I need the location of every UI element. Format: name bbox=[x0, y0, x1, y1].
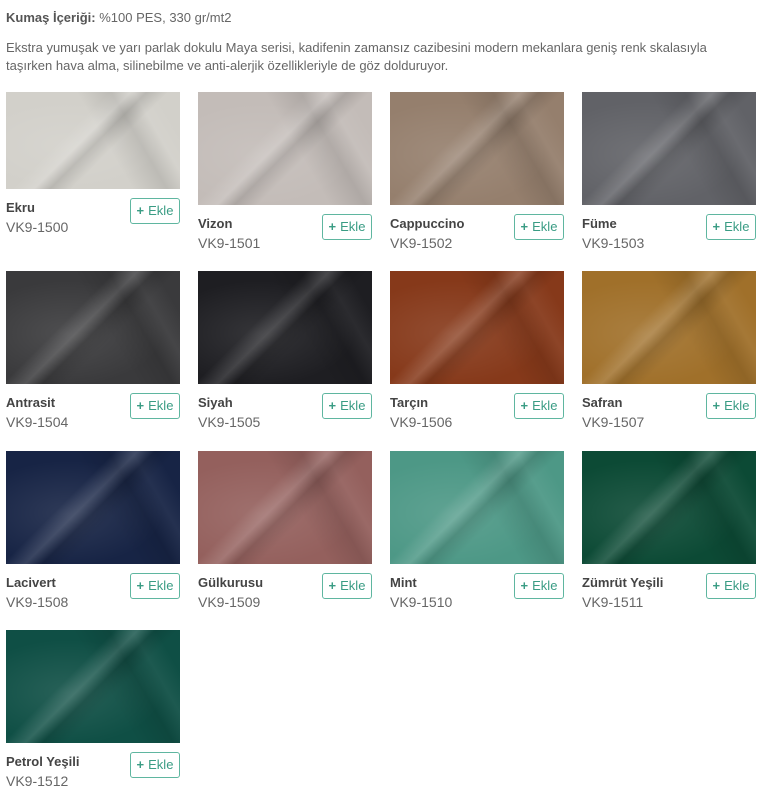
add-button[interactable]: + Ekle bbox=[514, 393, 564, 419]
product-card[interactable]: Cappuccino VK9-1502 + Ekle bbox=[390, 92, 564, 255]
product-name: Ekru bbox=[6, 200, 35, 215]
add-button[interactable]: + Ekle bbox=[706, 393, 756, 419]
product-name: Füme bbox=[582, 216, 617, 231]
product-card[interactable]: Safran VK9-1507 + Ekle bbox=[582, 271, 756, 434]
fabric-swatch-image[interactable] bbox=[582, 451, 756, 564]
add-button-label: Ekle bbox=[532, 578, 558, 593]
product-code: VK9-1509 bbox=[198, 594, 261, 610]
fabric-swatch-image[interactable] bbox=[390, 271, 564, 384]
add-button-label: Ekle bbox=[148, 578, 174, 593]
fabric-swatch-image[interactable] bbox=[582, 92, 756, 205]
plus-icon: + bbox=[136, 578, 145, 593]
add-button[interactable]: + Ekle bbox=[514, 573, 564, 599]
add-button-label: Ekle bbox=[340, 398, 366, 413]
product-code: VK9-1510 bbox=[390, 594, 453, 610]
fabric-swatch-image[interactable] bbox=[198, 271, 372, 384]
fabric-content-label: Kumaş İçeriği: bbox=[6, 10, 96, 25]
fabric-swatch-image[interactable] bbox=[582, 271, 756, 384]
product-name: Tarçın bbox=[390, 395, 429, 410]
product-name: Cappuccino bbox=[390, 216, 465, 231]
add-button-label: Ekle bbox=[532, 219, 558, 234]
series-description: Ekstra yumuşak ve yarı parlak dokulu May… bbox=[6, 40, 707, 73]
plus-icon: + bbox=[136, 757, 145, 772]
plus-icon: + bbox=[328, 398, 337, 413]
fabric-swatch-image[interactable] bbox=[198, 451, 372, 564]
add-button[interactable]: + Ekle bbox=[706, 573, 756, 599]
add-button-label: Ekle bbox=[340, 219, 366, 234]
product-card[interactable]: Gülkurusu VK9-1509 + Ekle bbox=[198, 451, 372, 614]
fabric-swatch-image[interactable] bbox=[390, 92, 564, 205]
product-card[interactable]: Tarçın VK9-1506 + Ekle bbox=[390, 271, 564, 434]
product-name: Siyah bbox=[198, 395, 233, 410]
fabric-content: Kumaş İçeriği: %100 PES, 330 gr/mt2 bbox=[6, 10, 231, 25]
plus-icon: + bbox=[520, 398, 529, 413]
product-card[interactable]: Lacivert VK9-1508 + Ekle bbox=[6, 451, 180, 614]
product-name: Gülkurusu bbox=[198, 575, 264, 590]
add-button-label: Ekle bbox=[148, 398, 174, 413]
add-button-label: Ekle bbox=[724, 219, 750, 234]
plus-icon: + bbox=[136, 203, 145, 218]
fabric-swatch-image[interactable] bbox=[198, 92, 372, 205]
plus-icon: + bbox=[520, 219, 529, 234]
add-button-label: Ekle bbox=[724, 578, 750, 593]
product-card[interactable]: Füme VK9-1503 + Ekle bbox=[582, 92, 756, 255]
product-code: VK9-1506 bbox=[390, 414, 453, 430]
product-name: Mint bbox=[390, 575, 417, 590]
product-code: VK9-1511 bbox=[582, 594, 644, 610]
add-button[interactable]: + Ekle bbox=[130, 198, 180, 224]
plus-icon: + bbox=[520, 578, 529, 593]
product-code: VK9-1500 bbox=[6, 219, 69, 235]
add-button-label: Ekle bbox=[148, 203, 174, 218]
fabric-swatch-image[interactable] bbox=[6, 630, 180, 743]
plus-icon: + bbox=[136, 398, 145, 413]
product-code: VK9-1504 bbox=[6, 414, 69, 430]
plus-icon: + bbox=[712, 398, 721, 413]
add-button-label: Ekle bbox=[340, 578, 366, 593]
product-code: VK9-1512 bbox=[6, 773, 69, 789]
fabric-swatch-image[interactable] bbox=[6, 451, 180, 564]
add-button[interactable]: + Ekle bbox=[130, 752, 180, 778]
product-card[interactable]: Siyah VK9-1505 + Ekle bbox=[198, 271, 372, 434]
product-card[interactable]: Petrol Yeşili VK9-1512 + Ekle bbox=[6, 630, 180, 793]
plus-icon: + bbox=[328, 219, 337, 234]
product-card[interactable]: Mint VK9-1510 + Ekle bbox=[390, 451, 564, 614]
product-name: Petrol Yeşili bbox=[6, 754, 80, 769]
product-code: VK9-1505 bbox=[198, 414, 261, 430]
product-name: Antrasit bbox=[6, 395, 56, 410]
product-card[interactable]: Ekru VK9-1500 + Ekle bbox=[6, 92, 180, 239]
add-button[interactable]: + Ekle bbox=[322, 393, 372, 419]
fabric-swatch-image[interactable] bbox=[390, 451, 564, 564]
add-button[interactable]: + Ekle bbox=[706, 214, 756, 240]
product-card[interactable]: Antrasit VK9-1504 + Ekle bbox=[6, 271, 180, 434]
product-name: Lacivert bbox=[6, 575, 56, 590]
product-code: VK9-1507 bbox=[582, 414, 645, 430]
add-button-label: Ekle bbox=[724, 398, 750, 413]
add-button[interactable]: + Ekle bbox=[130, 393, 180, 419]
add-button-label: Ekle bbox=[148, 757, 174, 772]
add-button[interactable]: + Ekle bbox=[130, 573, 180, 599]
add-button-label: Ekle bbox=[532, 398, 558, 413]
add-button[interactable]: + Ekle bbox=[514, 214, 564, 240]
product-card[interactable]: Zümrüt Yeşili VK9-1511 + Ekle bbox=[582, 451, 756, 614]
product-card[interactable]: Vizon VK9-1501 + Ekle bbox=[198, 92, 372, 255]
product-code: VK9-1508 bbox=[6, 594, 69, 610]
plus-icon: + bbox=[712, 219, 721, 234]
fabric-content-value: %100 PES, 330 gr/mt2 bbox=[99, 10, 232, 25]
plus-icon: + bbox=[712, 578, 721, 593]
plus-icon: + bbox=[328, 578, 337, 593]
fabric-swatch-image[interactable] bbox=[6, 92, 180, 189]
add-button[interactable]: + Ekle bbox=[322, 214, 372, 240]
product-name: Zümrüt Yeşili bbox=[582, 575, 664, 590]
product-code: VK9-1503 bbox=[582, 235, 645, 251]
add-button[interactable]: + Ekle bbox=[322, 573, 372, 599]
product-code: VK9-1502 bbox=[390, 235, 453, 251]
product-name: Safran bbox=[582, 395, 623, 410]
fabric-swatch-image[interactable] bbox=[6, 271, 180, 384]
product-name: Vizon bbox=[198, 216, 233, 231]
product-code: VK9-1501 bbox=[198, 235, 261, 251]
